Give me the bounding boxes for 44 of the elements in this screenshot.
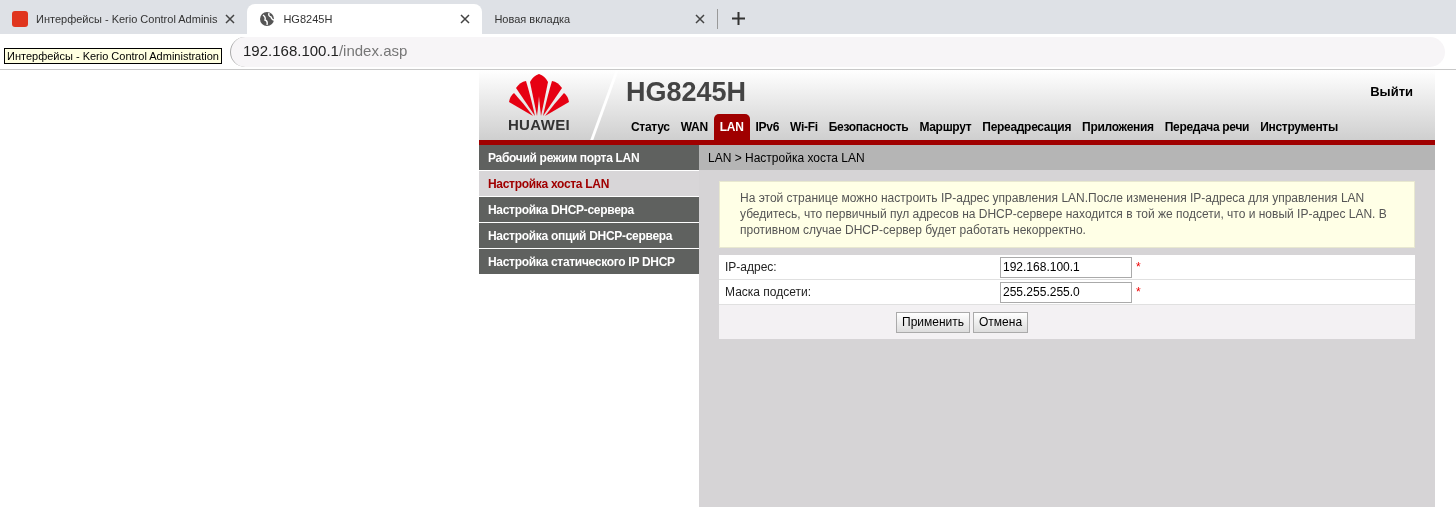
nav-tab[interactable]: WAN bbox=[675, 114, 713, 140]
tab-title: Интерфейсы - Kerio Control Adminis bbox=[36, 11, 218, 27]
app-icon bbox=[12, 11, 28, 27]
nav-tab[interactable]: Wi-Fi bbox=[785, 114, 823, 140]
browser-tab[interactable]: Интерфейсы - Kerio Control Adminis bbox=[0, 4, 248, 34]
sidebar-item[interactable]: Настройка хоста LAN bbox=[479, 171, 699, 197]
sidebar-item[interactable]: Настройка опций DHCP-сервера bbox=[479, 223, 699, 249]
brand-name: HUAWEI bbox=[507, 116, 571, 134]
close-icon[interactable] bbox=[695, 14, 706, 24]
nav-tab[interactable]: Маршрут bbox=[914, 114, 977, 140]
input-field[interactable]: 255.255.255.0 bbox=[1000, 281, 1132, 303]
tab-title: Новая вкладка bbox=[494, 11, 572, 27]
tab-title: HG8245H bbox=[283, 11, 334, 27]
required-mark: * bbox=[1136, 284, 1141, 301]
sidebar-item[interactable]: Рабочий режим порта LAN bbox=[479, 145, 699, 171]
nav-tab[interactable]: Безопасность bbox=[823, 114, 914, 140]
logout-link[interactable]: Выйти bbox=[1370, 82, 1413, 102]
nav-tab[interactable]: IPv6 bbox=[750, 114, 785, 140]
sidebar-item[interactable]: Настройка статического IP DHCP bbox=[479, 249, 699, 275]
nav-tab[interactable]: Статус bbox=[626, 114, 675, 140]
nav-tab[interactable]: Инструменты bbox=[1255, 114, 1343, 140]
globe-icon bbox=[259, 11, 276, 27]
tooltip: Интерфейсы - Kerio Control Administration bbox=[4, 48, 222, 64]
sidebar-item[interactable]: Настройка DHCP-сервера bbox=[479, 197, 699, 223]
breadcrumb: LAN > Настройка хоста LAN bbox=[699, 145, 1435, 170]
browser-tab[interactable]: HG8245H bbox=[247, 4, 483, 34]
input-field[interactable]: 192.168.100.1 bbox=[1000, 256, 1132, 278]
flower-logo-icon bbox=[508, 74, 570, 116]
field-label: Маска подсети: bbox=[724, 284, 813, 301]
address-field[interactable]: 192.168.100.1/index.asp bbox=[243, 40, 408, 63]
required-mark: * bbox=[1136, 259, 1141, 276]
notice-text: На этой странице можно настроить IP-адрес управления LAN.После изменения IP-адреса для управления LAN убедитесь, что первичный пул адресов на DHCP-сервере находится в той же подсети, что и новый IP-адрес LAN. В противном случае DHCP-сервер будет работать некорректно. bbox=[719, 181, 1415, 248]
close-icon[interactable] bbox=[460, 14, 471, 24]
form-button[interactable]: Отмена bbox=[973, 311, 1029, 333]
form-button[interactable]: Применить bbox=[896, 311, 970, 333]
nav-tab[interactable]: Переадресация bbox=[977, 114, 1077, 140]
nav-tab[interactable]: Приложения bbox=[1077, 114, 1159, 140]
model-title: HG8245H bbox=[626, 75, 747, 109]
new-tab-icon[interactable] bbox=[732, 12, 746, 25]
browser-tab[interactable]: Новая вкладка bbox=[482, 4, 718, 34]
nav-tab[interactable]: LAN bbox=[713, 114, 750, 140]
close-icon[interactable] bbox=[225, 14, 236, 24]
field-label: IP-адрес: bbox=[724, 259, 778, 276]
nav-tab[interactable]: Передача речи bbox=[1159, 114, 1255, 140]
